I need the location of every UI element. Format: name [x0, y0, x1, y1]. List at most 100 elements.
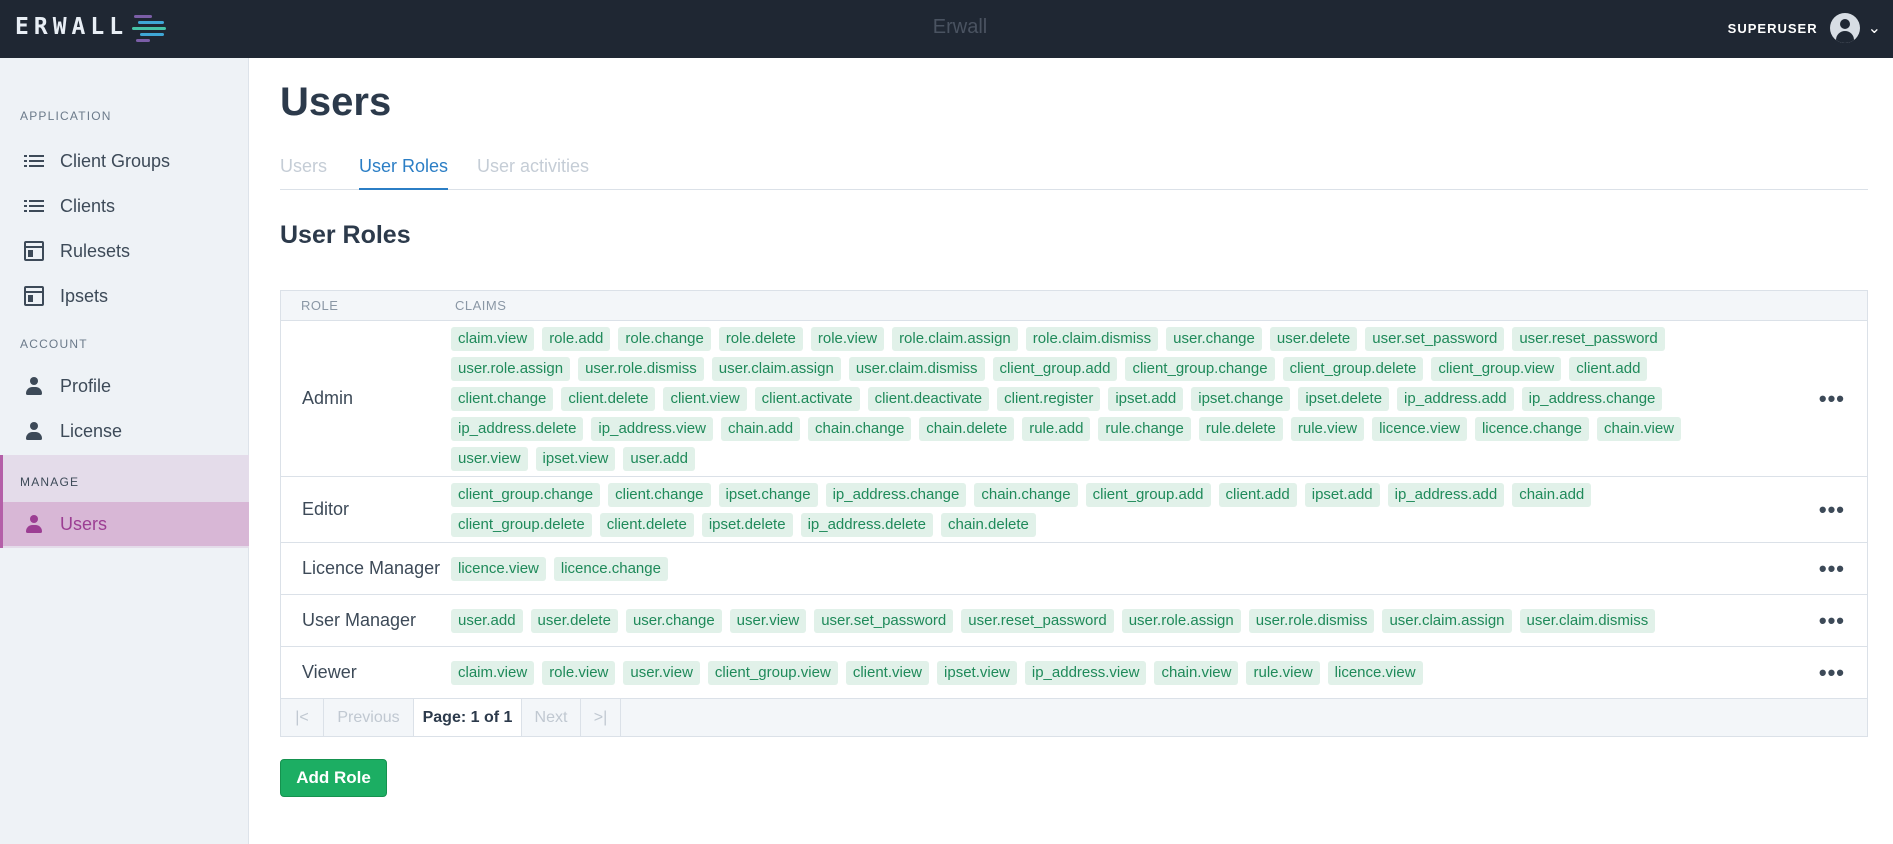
claim-tag: role.delete: [718, 327, 803, 351]
sidebar-item-rulesets[interactable]: Rulesets: [0, 229, 249, 273]
page-indicator: Page: 1 of 1: [414, 699, 522, 736]
pagination: |< Previous Page: 1 of 1 Next >|: [281, 699, 1867, 736]
main-content: Users Users User Roles User activities U…: [250, 58, 1893, 844]
claims-list: user.add user.delete user.change user.view u…: [451, 603, 1741, 638]
claim-tag: user.role.dismiss: [578, 357, 704, 381]
claim-tag: chain.change: [974, 483, 1078, 507]
claim-tag: licence.view: [1372, 417, 1467, 441]
claim-tag: user.role.dismiss: [1248, 609, 1375, 633]
person-icon: [24, 376, 44, 396]
claim-tag: client_group.view: [707, 661, 838, 685]
claim-tag: ip_address.add: [1387, 483, 1505, 507]
sidebar-item-label: Clients: [60, 195, 116, 216]
tab-users[interactable]: Users: [280, 156, 327, 177]
claim-tag: ipset.delete: [1298, 387, 1390, 411]
sidebar-item-license[interactable]: License: [0, 409, 249, 453]
claim-tag: client.change: [451, 387, 554, 411]
claim-tag: user.view: [623, 661, 700, 685]
claim-tag: user.role.assign: [451, 357, 571, 381]
roles-table: ROLE CLAIMS Admin claim.view role.add role.…: [280, 290, 1868, 737]
tab-user-roles[interactable]: User Roles: [359, 156, 449, 190]
sidebar-item-label: Rulesets: [60, 240, 131, 261]
claim-tag: client.add: [1569, 357, 1648, 381]
claim-tag: ipset.delete: [701, 513, 793, 537]
claim-tag: ipset.change: [1191, 387, 1291, 411]
person-icon: [24, 421, 44, 441]
claim-tag: user.claim.assign: [1382, 609, 1512, 633]
role-name: User Manager: [302, 610, 417, 630]
sidebar: APPLICATION Client Groups Clients Rulese…: [0, 58, 249, 844]
claim-tag: client_group.delete: [451, 513, 592, 537]
sidebar-item-label: Users: [60, 513, 108, 534]
claim-tag: client.activate: [754, 387, 860, 411]
claim-tag: chain.view: [1597, 417, 1682, 441]
last-page-button[interactable]: >|: [581, 699, 621, 736]
claim-tag: ipset.add: [1304, 483, 1380, 507]
claim-tag: ipset.view: [535, 447, 616, 471]
row-menu-icon[interactable]: •••: [1819, 608, 1845, 634]
sidebar-item-label: License: [60, 420, 123, 441]
row-menu-icon[interactable]: •••: [1819, 497, 1845, 523]
claim-tag: client.view: [845, 661, 930, 685]
role-name: Editor: [302, 499, 350, 519]
tab-user-activities[interactable]: User activities: [477, 156, 589, 177]
claim-tag: chain.add: [1512, 483, 1592, 507]
table-row: Editor client_group.change client.change ip…: [281, 477, 1867, 543]
row-menu-icon[interactable]: •••: [1819, 660, 1845, 686]
claim-tag: chain.delete: [919, 417, 1015, 441]
table-body: Admin claim.view role.add role.change role.d…: [281, 321, 1867, 699]
claim-tag: ipset.view: [937, 661, 1017, 685]
claim-tag: ipset.change: [718, 483, 818, 507]
column-header-role: ROLE: [301, 298, 339, 313]
row-menu-icon[interactable]: •••: [1819, 386, 1845, 412]
user-menu[interactable]: SUPERUSER ⌄: [1728, 12, 1893, 44]
section-label-account: ACCOUNT: [20, 337, 88, 351]
claim-tag: chain.change: [808, 417, 912, 441]
claims-list: claim.view role.view user.view client_group…: [451, 655, 1741, 690]
list-icon: [24, 151, 44, 171]
sidebar-item-users[interactable]: Users: [0, 502, 249, 546]
claim-tag: role.view: [810, 327, 885, 351]
claim-tag: licence.change: [1474, 417, 1590, 441]
table-row: Viewer claim.view role.view user.view client…: [281, 647, 1867, 699]
claim-tag: client_group.change: [1125, 357, 1275, 381]
claim-tag: ip_address.change: [1521, 387, 1663, 411]
section-title: User Roles: [280, 221, 411, 249]
claim-tag: licence.view: [451, 557, 546, 581]
claim-tag: user.view: [451, 447, 528, 471]
window-icon: [24, 241, 44, 261]
claim-tag: user.set_password: [814, 609, 954, 633]
claim-tag: user.claim.dismiss: [1519, 609, 1656, 633]
claim-tag: client.deactivate: [867, 387, 990, 411]
claim-tag: ip_address.delete: [800, 513, 933, 537]
sidebar-item-clients[interactable]: Clients: [0, 184, 249, 228]
claim-tag: client.change: [608, 483, 711, 507]
claim-tag: chain.delete: [940, 513, 1036, 537]
add-role-button[interactable]: Add Role: [280, 759, 387, 797]
claim-tag: user.reset_password: [1512, 327, 1665, 351]
claim-tag: client_group.add: [1085, 483, 1211, 507]
claim-tag: user.role.assign: [1121, 609, 1241, 633]
chevron-down-icon: ⌄: [1867, 20, 1881, 37]
claim-tag: role.claim.assign: [892, 327, 1018, 351]
section-label-manage: MANAGE: [20, 475, 80, 489]
claims-list: claim.view role.add role.change role.delete…: [451, 321, 1741, 476]
claim-tag: licence.change: [553, 557, 668, 581]
claim-tag: user.view: [729, 609, 807, 633]
person-icon: [24, 514, 44, 534]
previous-page-button[interactable]: Previous: [324, 699, 414, 736]
first-page-button[interactable]: |<: [281, 699, 324, 736]
sidebar-item-ipsets[interactable]: Ipsets: [0, 274, 249, 318]
sidebar-item-client-groups[interactable]: Client Groups: [0, 139, 249, 183]
claim-tag: ip_address.view: [591, 417, 713, 441]
table-row: Licence Manager licence.view licence.chang…: [281, 543, 1867, 595]
table-header: ROLE CLAIMS: [281, 291, 1867, 321]
window-icon: [24, 286, 44, 306]
next-page-button[interactable]: Next: [522, 699, 581, 736]
row-menu-icon[interactable]: •••: [1819, 556, 1845, 582]
claim-tag: ip_address.change: [825, 483, 967, 507]
claim-tag: user.delete: [530, 609, 618, 633]
claim-tag: user.add: [451, 609, 523, 633]
sidebar-item-profile[interactable]: Profile: [0, 364, 249, 408]
claim-tag: user.claim.assign: [711, 357, 841, 381]
